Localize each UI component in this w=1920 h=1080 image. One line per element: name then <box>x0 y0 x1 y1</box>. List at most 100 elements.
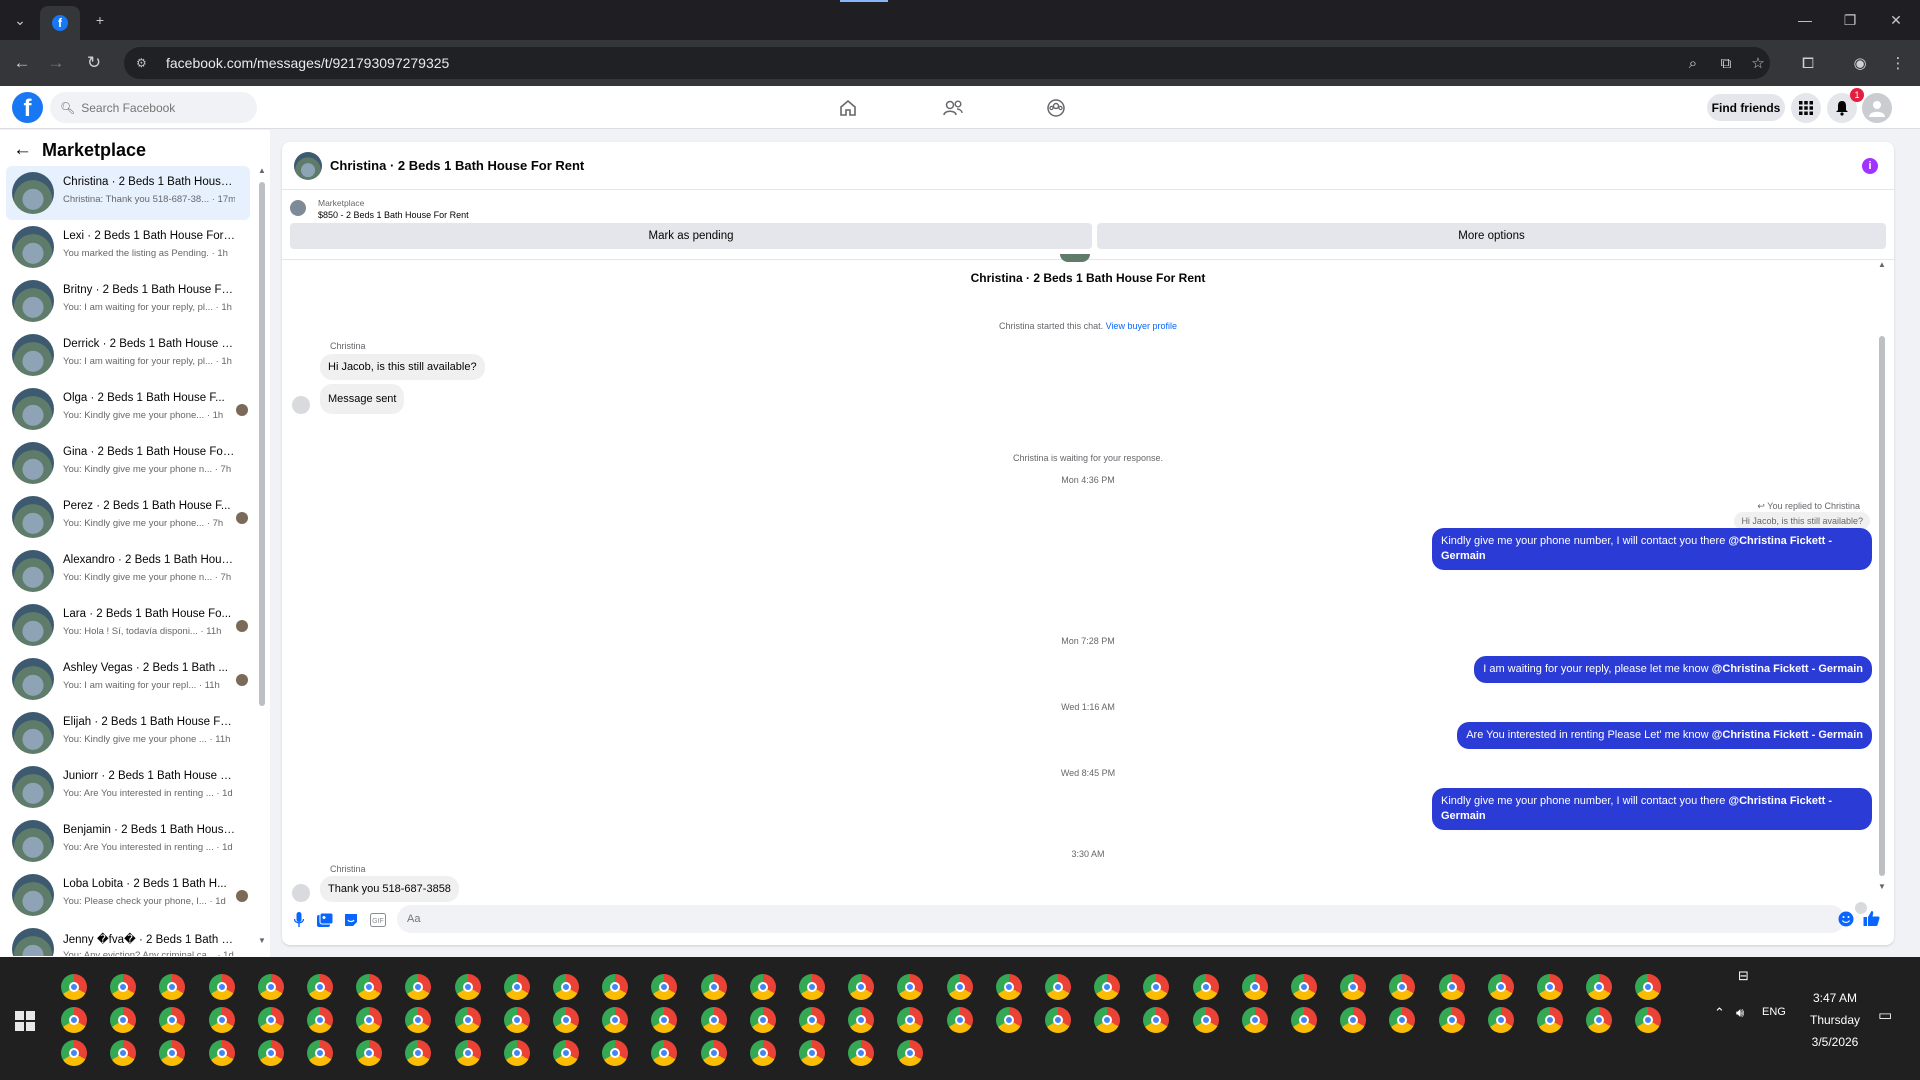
taskbar-chrome-icon[interactable] <box>700 974 727 1000</box>
tab-search-chevron-icon[interactable]: ⌄ <box>8 8 32 32</box>
taskbar-chrome-icon[interactable] <box>159 974 186 1000</box>
thread-scroll-thumb[interactable] <box>1879 336 1885 876</box>
taskbar-chrome-icon[interactable] <box>110 974 137 1000</box>
tray-chevron-icon[interactable]: ⌃ <box>1714 1005 1725 1021</box>
taskbar-chrome-icon[interactable] <box>995 974 1022 1000</box>
conversation-item[interactable]: Britny · 2 Beds 1 Bath House Fo... You: I… <box>6 274 250 328</box>
photo-icon[interactable] <box>316 911 334 929</box>
taskbar-chrome-icon[interactable] <box>946 974 973 1000</box>
taskbar-chrome-icon[interactable] <box>1586 974 1613 1000</box>
taskbar-chrome-icon[interactable] <box>1291 1007 1317 1033</box>
taskbar-chrome-icon[interactable] <box>651 1040 678 1066</box>
back-arrow-icon[interactable]: ← <box>10 51 34 75</box>
taskbar-chrome-icon[interactable] <box>1537 1007 1563 1033</box>
conversation-item[interactable]: Olga · 2 Beds 1 Bath House F... You: Kind… <box>6 382 250 436</box>
taskbar-chrome-icon[interactable] <box>405 974 432 1000</box>
taskbar-chrome-icon[interactable] <box>257 974 284 1000</box>
emoji-icon[interactable] <box>1837 910 1855 928</box>
taskbar-chrome-icon[interactable] <box>749 1040 776 1066</box>
taskbar-chrome-icon[interactable] <box>1438 974 1465 1000</box>
taskbar-chrome-icon[interactable] <box>995 1007 1022 1033</box>
taskbar-chrome-icon[interactable] <box>454 974 481 1000</box>
browser-tab-facebook[interactable]: f <box>40 6 80 40</box>
taskbar-chrome-icon[interactable] <box>503 1007 530 1033</box>
sender-avatar[interactable] <box>292 396 310 414</box>
conversation-item[interactable]: Lara · 2 Beds 1 Bath House Fo... You: Hol… <box>6 598 250 652</box>
taskbar-chrome-icon[interactable] <box>110 1007 137 1033</box>
taskbar-chrome-icon[interactable] <box>1192 1007 1219 1033</box>
chat-title[interactable]: Christina · 2 Beds 1 Bath House For Rent <box>330 158 584 173</box>
taskbar-chrome-icon[interactable] <box>799 1007 825 1033</box>
account-avatar[interactable] <box>1862 93 1892 123</box>
taskbar-chrome-icon[interactable] <box>700 1007 727 1033</box>
taskbar-chrome-icon[interactable] <box>61 1007 87 1033</box>
taskbar-chrome-icon[interactable] <box>553 1007 579 1033</box>
taskbar-chrome-icon[interactable] <box>208 1040 235 1066</box>
taskbar-chrome-icon[interactable] <box>307 1040 333 1066</box>
taskbar-chrome-icon[interactable] <box>1291 974 1317 1000</box>
taskbar-chrome-icon[interactable] <box>1487 974 1514 1000</box>
taskbar-chrome-icon[interactable] <box>1340 974 1367 1000</box>
taskbar-chrome-icon[interactable] <box>159 1040 186 1066</box>
scroll-up-icon[interactable]: ▲ <box>258 166 266 175</box>
listing-thumbnail[interactable] <box>290 200 306 216</box>
taskbar-chrome-icon[interactable] <box>897 974 924 1000</box>
taskbar-chrome-icon[interactable] <box>454 1040 481 1066</box>
address-bar[interactable]: ⚙ facebook.com/messages/t/92179309727932… <box>124 47 1770 79</box>
taskbar-chrome-icon[interactable] <box>700 1040 727 1066</box>
conversation-item[interactable]: Benjamin · 2 Beds 1 Bath House... You: Ar… <box>6 814 250 868</box>
notification-center-icon[interactable]: ▭ <box>1878 1006 1892 1024</box>
taskbar-chrome-icon[interactable] <box>799 974 825 1000</box>
taskbar-chrome-icon[interactable] <box>1635 1007 1662 1033</box>
volume-icon[interactable]: 🔊︎ <box>1736 1005 1744 1021</box>
taskbar-chrome-icon[interactable] <box>1389 1007 1416 1033</box>
taskbar-chrome-icon[interactable] <box>848 1007 875 1033</box>
profile-icon[interactable]: ◉ <box>1848 51 1872 75</box>
taskbar-chrome-icon[interactable] <box>356 1040 383 1066</box>
home-icon[interactable] <box>830 93 866 123</box>
site-info-icon[interactable]: ⚙ <box>136 56 152 70</box>
taskbar-chrome-icon[interactable] <box>257 1040 284 1066</box>
taskbar-chrome-icon[interactable] <box>61 1040 87 1066</box>
taskbar-chrome-icon[interactable] <box>1635 974 1662 1000</box>
taskbar-chrome-icon[interactable] <box>848 974 875 1000</box>
back-arrow-icon[interactable]: ← <box>13 139 32 161</box>
taskbar-chrome-icon[interactable] <box>503 1040 530 1066</box>
mention[interactable]: @Christina Fickett - Germain <box>1712 663 1863 675</box>
taskbar-chrome-icon[interactable] <box>1340 1007 1367 1033</box>
message-input[interactable] <box>407 913 1807 925</box>
taskbar-chrome-icon[interactable] <box>454 1007 481 1033</box>
gif-icon[interactable]: GIF <box>369 911 387 929</box>
taskbar-chrome-icon[interactable] <box>946 1007 973 1033</box>
taskbar-chrome-icon[interactable] <box>356 1007 383 1033</box>
taskbar-chrome-icon[interactable] <box>602 974 629 1000</box>
friends-icon[interactable] <box>935 93 971 123</box>
taskbar-chrome-icon[interactable] <box>1143 974 1170 1000</box>
conversation-item[interactable]: Jenny �fva� · 2 Beds 1 Bath H... You: Any… <box>6 922 250 956</box>
bookmark-star-icon[interactable]: ☆ <box>1746 51 1770 75</box>
system-clock[interactable]: 3:47 AM Thursday 3/5/2026 <box>1790 987 1880 1053</box>
outgoing-message[interactable]: Kindly give me your phone number, I will… <box>1432 528 1872 570</box>
taskbar-chrome-icon[interactable] <box>651 974 678 1000</box>
more-options-button[interactable]: More options <box>1097 223 1886 249</box>
mark-as-pending-button[interactable]: Mark as pending <box>290 223 1092 249</box>
taskbar-chrome-icon[interactable] <box>749 974 776 1000</box>
conversation-item[interactable]: Alexandro · 2 Beds 1 Bath Hous... You: Ki… <box>6 544 250 598</box>
taskbar-chrome-icon[interactable] <box>602 1040 629 1066</box>
scroll-down-icon[interactable]: ▼ <box>258 936 266 945</box>
browser-menu-icon[interactable]: ⋮ <box>1886 51 1910 75</box>
conversation-item[interactable]: Loba Lobita · 2 Beds 1 Bath H... You: Ple… <box>6 868 250 922</box>
outgoing-message[interactable]: Are You interested in renting Please Let… <box>1457 722 1872 749</box>
taskbar-chrome-icon[interactable] <box>1241 974 1268 1000</box>
microphone-icon[interactable] <box>290 911 308 929</box>
taskbar-chrome-icon[interactable] <box>1438 1007 1465 1033</box>
taskbar-chrome-icon[interactable] <box>257 1007 284 1033</box>
taskbar-chrome-icon[interactable] <box>405 1007 432 1033</box>
taskbar-chrome-icon[interactable] <box>307 974 333 1000</box>
view-buyer-profile-link[interactable]: View buyer profile <box>1106 321 1177 331</box>
menu-grid-icon[interactable] <box>1791 93 1821 123</box>
taskbar-chrome-icon[interactable] <box>1094 1007 1121 1033</box>
outgoing-message[interactable]: Kindly give me your phone number, I will… <box>1432 788 1872 830</box>
taskbar-chrome-icon[interactable] <box>307 1007 333 1033</box>
thumbs-up-icon[interactable] <box>1862 909 1880 927</box>
